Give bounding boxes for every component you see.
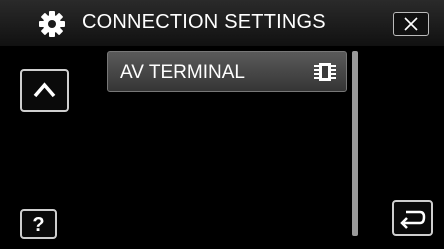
help-button[interactable]: ? — [20, 209, 57, 239]
close-icon — [404, 17, 418, 31]
help-label: ? — [32, 214, 45, 236]
scroll-up-button[interactable] — [20, 69, 69, 112]
page-title: CONNECTION SETTINGS — [82, 11, 326, 33]
close-button[interactable] — [393, 12, 429, 36]
chevron-up-icon — [33, 82, 56, 98]
scrollbar[interactable] — [352, 51, 358, 236]
gear-icon — [38, 10, 66, 38]
title-bar: CONNECTION SETTINGS — [0, 0, 444, 46]
menu-item-label: AV TERMINAL — [120, 62, 245, 83]
av-connector-icon — [314, 63, 336, 81]
back-button[interactable] — [392, 200, 433, 236]
return-arrow-icon — [400, 210, 426, 229]
menu-item-av-terminal[interactable]: AV TERMINAL — [107, 51, 347, 92]
